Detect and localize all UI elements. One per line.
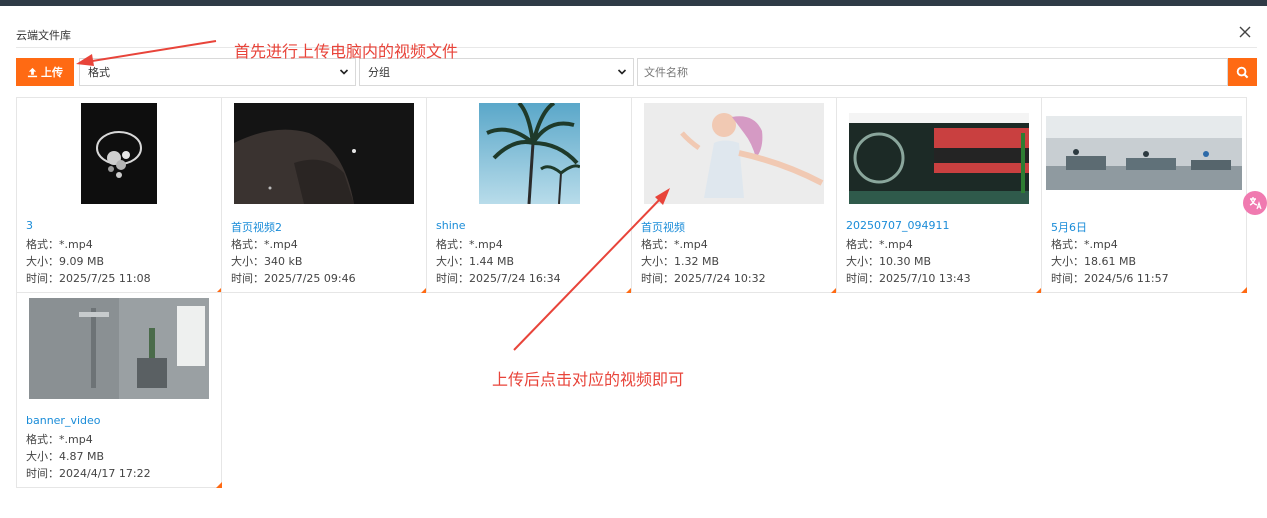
- corner-marker: [216, 482, 222, 488]
- file-card[interactable]: 首页视频 格式：*.mp4 大小：1.32 MB 时间：2025/7/24 10…: [631, 97, 837, 293]
- file-time: 时间：2025/7/24 10:32: [641, 272, 766, 285]
- toolbar: 上传 格式 分组: [16, 58, 1257, 86]
- search-button[interactable]: [1228, 58, 1257, 86]
- file-size: 大小：9.09 MB: [26, 255, 105, 268]
- file-time: 时间：2025/7/10 13:43: [846, 272, 971, 285]
- file-format: 格式：*.mp4: [641, 238, 708, 251]
- video-thumbnail: [427, 98, 631, 208]
- video-thumbnail: [632, 98, 836, 208]
- corner-marker: [1241, 287, 1247, 293]
- file-format: 格式：*.mp4: [26, 238, 93, 251]
- file-format: 格式：*.mp4: [436, 238, 503, 251]
- top-bar: [0, 0, 1267, 6]
- group-select-value: 分组: [368, 66, 390, 79]
- file-card[interactable]: shine 格式：*.mp4 大小：1.44 MB 时间：2025/7/24 1…: [426, 97, 632, 293]
- file-name[interactable]: 首页视频: [641, 219, 685, 235]
- file-format: 格式：*.mp4: [846, 238, 913, 251]
- close-icon[interactable]: [1237, 24, 1253, 40]
- file-time: 时间：2025/7/25 11:08: [26, 272, 151, 285]
- format-select-value: 格式: [88, 66, 110, 79]
- file-card[interactable]: banner_video 格式：*.mp4 大小：4.87 MB 时间：2024…: [16, 292, 222, 488]
- file-size: 大小：1.44 MB: [436, 255, 515, 268]
- file-format: 格式：*.mp4: [1051, 238, 1118, 251]
- search-input[interactable]: [637, 58, 1228, 86]
- title-divider: [16, 47, 1257, 48]
- file-card[interactable]: 5月6日 格式：*.mp4 大小：18.61 MB 时间：2024/5/6 11…: [1041, 97, 1247, 293]
- upload-button-label: 上传: [41, 67, 63, 79]
- file-size: 大小：340 kB: [231, 255, 303, 268]
- file-size: 大小：10.30 MB: [846, 255, 932, 268]
- file-name[interactable]: 首页视频2: [231, 219, 282, 235]
- video-thumbnail: [222, 98, 426, 208]
- video-thumbnail: [17, 98, 221, 208]
- video-thumbnail: [837, 98, 1041, 208]
- file-time: 时间：2025/7/25 09:46: [231, 272, 356, 285]
- format-select[interactable]: 格式: [79, 58, 356, 86]
- group-select[interactable]: 分组: [359, 58, 634, 86]
- upload-hint-annotation: 首先进行上传电脑内的视频文件: [234, 42, 459, 61]
- file-name[interactable]: shine: [436, 219, 466, 232]
- file-card[interactable]: 20250707_094911 格式：*.mp4 大小：10.30 MB 时间：…: [836, 97, 1042, 293]
- dialog-title: 云端文件库: [16, 29, 71, 42]
- file-time: 时间：2024/4/17 17:22: [26, 467, 151, 480]
- file-name[interactable]: 5月6日: [1051, 219, 1087, 235]
- file-card[interactable]: 首页视频2 格式：*.mp4 大小：340 kB 时间：2025/7/25 09…: [221, 97, 427, 293]
- upload-button[interactable]: 上传: [16, 58, 74, 86]
- chevron-down-icon: [617, 69, 627, 75]
- file-size: 大小：4.87 MB: [26, 450, 105, 463]
- click-hint-annotation: 上传后点击对应的视频即可: [492, 370, 685, 389]
- chevron-down-icon: [339, 69, 349, 75]
- file-size: 大小：1.32 MB: [641, 255, 720, 268]
- upload-icon: [27, 67, 38, 77]
- video-thumbnail: [17, 293, 221, 403]
- file-name[interactable]: 20250707_094911: [846, 219, 949, 232]
- file-card[interactable]: 3 格式：*.mp4 大小：9.09 MB 时间：2025/7/25 11:08: [16, 97, 222, 293]
- translate-icon[interactable]: [1243, 191, 1267, 215]
- file-time: 时间：2025/7/24 16:34: [436, 272, 561, 285]
- file-format: 格式：*.mp4: [26, 433, 93, 446]
- file-time: 时间：2024/5/6 11:57: [1051, 272, 1169, 285]
- video-thumbnail: [1042, 98, 1246, 208]
- file-size: 大小：18.61 MB: [1051, 255, 1137, 268]
- file-name[interactable]: 3: [26, 219, 33, 232]
- file-name[interactable]: banner_video: [26, 414, 101, 427]
- file-format: 格式：*.mp4: [231, 238, 298, 251]
- search-icon: [1236, 66, 1249, 78]
